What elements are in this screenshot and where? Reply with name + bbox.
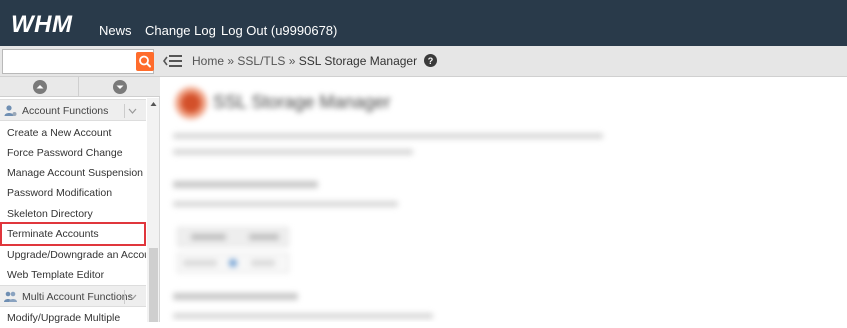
- sidebar-scroll-down-button[interactable]: [80, 77, 159, 97]
- sidebar-item-skeleton-directory[interactable]: Skeleton Directory: [0, 204, 146, 224]
- scroll-up-arrow-icon[interactable]: [149, 99, 158, 109]
- breadcrumb-ssl-tls-link[interactable]: SSL/TLS: [237, 54, 285, 68]
- breadcrumb-home-link[interactable]: Home: [192, 54, 224, 68]
- breadcrumb-separator: »: [288, 54, 296, 68]
- chevron-down-icon: [113, 80, 127, 94]
- sidebar-scrollbar-thumb[interactable]: [149, 248, 158, 322]
- menu-toggle-icon[interactable]: [163, 53, 183, 69]
- search-input[interactable]: [2, 49, 154, 74]
- sidebar-item-web-template-editor[interactable]: Web Template Editor: [0, 265, 146, 285]
- sidebar-item-create-new-account[interactable]: Create a New Account: [0, 123, 146, 143]
- chevron-down-icon[interactable]: [124, 104, 138, 118]
- nav-logout-link[interactable]: Log Out (u9990678): [221, 0, 337, 46]
- chevron-down-icon[interactable]: [124, 290, 138, 304]
- subheader-bar: Home » SSL/TLS » SSL Storage Manager ?: [0, 46, 847, 77]
- sidebar-item-modify-upgrade-multiple[interactable]: Modify/Upgrade Multiple: [0, 308, 146, 328]
- breadcrumb-current: SSL Storage Manager: [298, 54, 418, 68]
- search-button[interactable]: [136, 52, 154, 71]
- sidebar-scroll-up-button[interactable]: [0, 77, 79, 97]
- sidebar-item-manage-account-suspension[interactable]: Manage Account Suspension: [0, 163, 146, 183]
- sidebar-scroll-controls: [0, 77, 160, 97]
- main-content: SSL Storage Manager: [161, 77, 847, 322]
- sidebar: Account Functions Create a New Account F…: [0, 77, 160, 324]
- sidebar-item-terminate-accounts[interactable]: Terminate Accounts: [0, 222, 146, 246]
- sidebar-item-force-password-change[interactable]: Force Password Change: [0, 143, 146, 163]
- sidebar-section-label: Multi Account Functions: [22, 291, 133, 303]
- breadcrumb: Home » SSL/TLS » SSL Storage Manager ?: [192, 46, 438, 77]
- sidebar-section-label: Account Functions: [22, 105, 109, 117]
- sidebar-item-upgrade-downgrade-account[interactable]: Upgrade/Downgrade an Account: [0, 245, 146, 265]
- page-title: SSL Storage Manager: [213, 92, 391, 112]
- sidebar-item-password-modification[interactable]: Password Modification: [0, 183, 146, 203]
- users-icon: [4, 291, 17, 302]
- sidebar-section-multi-account-functions[interactable]: Multi Account Functions: [0, 285, 146, 307]
- svg-text:?: ?: [428, 56, 434, 66]
- search-icon: [139, 55, 151, 68]
- sidebar-section-account-functions[interactable]: Account Functions: [0, 99, 146, 121]
- help-icon[interactable]: ?: [424, 54, 438, 68]
- nav-changelog-link[interactable]: Change Log: [145, 0, 216, 46]
- svg-text:WHM: WHM: [11, 11, 73, 37]
- user-gear-icon: [4, 105, 17, 116]
- ssl-storage-icon-inner: [181, 93, 201, 113]
- breadcrumb-separator: »: [227, 54, 235, 68]
- chevron-up-icon: [33, 80, 47, 94]
- top-navbar: WHM News Change Log Log Out (u9990678): [0, 0, 847, 46]
- whm-logo[interactable]: WHM: [10, 9, 86, 37]
- nav-news-link[interactable]: News: [99, 0, 132, 46]
